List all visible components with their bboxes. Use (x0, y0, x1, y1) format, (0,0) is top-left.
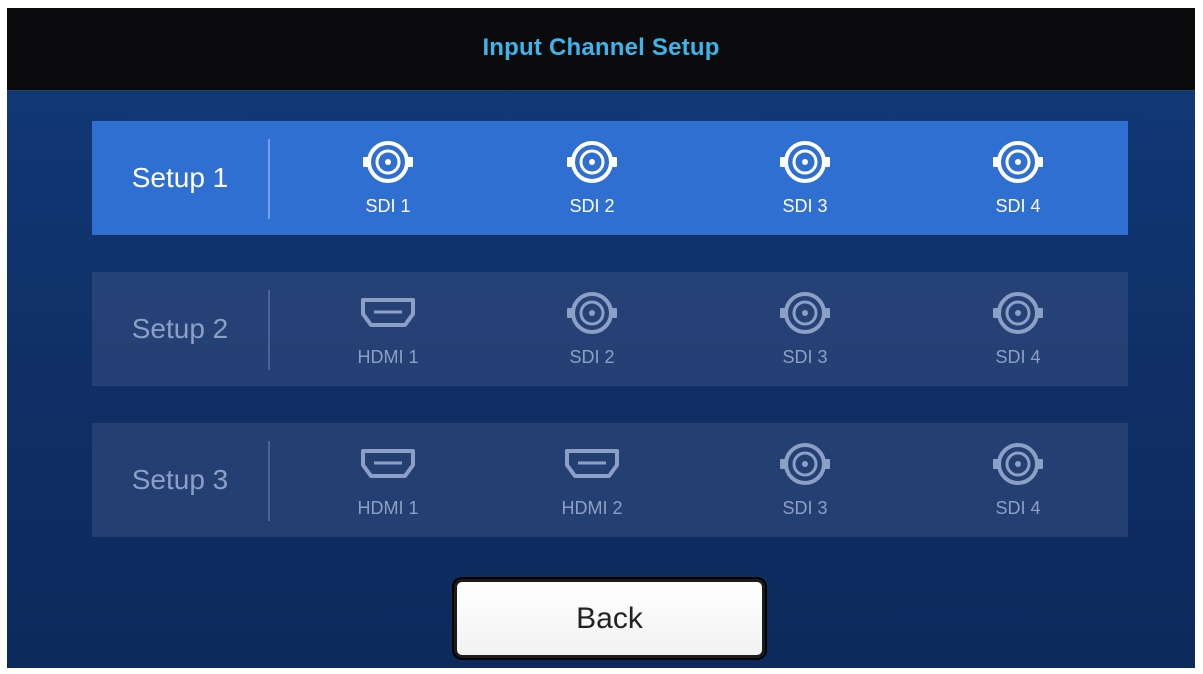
port-slot: SDI 4 (953, 286, 1083, 376)
bnc-connector-icon (780, 443, 830, 485)
port-slot: SDI 1 (323, 135, 453, 225)
port-label: SDI 1 (365, 196, 411, 216)
bnc-connector-icon (993, 443, 1043, 485)
bnc-connector-icon (567, 292, 617, 334)
setup-row-1[interactable]: Setup 1 SDI 1 SDI 2 SDI 3 SDI 4 (92, 121, 1128, 235)
port-label: SDI 3 (782, 196, 828, 216)
port-label: HDMI 2 (561, 498, 623, 518)
port-label: HDMI 1 (357, 498, 419, 518)
port-slot: SDI 3 (740, 437, 870, 527)
hdmi-port-icon (361, 298, 415, 327)
port-label: SDI 3 (782, 347, 828, 367)
port-label: SDI 2 (569, 347, 615, 367)
bnc-connector-icon (363, 141, 413, 183)
hdmi-port-icon (361, 449, 415, 478)
back-button[interactable]: Back (454, 579, 765, 658)
port-slot: SDI 2 (527, 135, 657, 225)
port-slot: SDI 4 (953, 135, 1083, 225)
row-divider (268, 290, 270, 370)
port-slot: HDMI 2 (527, 437, 657, 527)
port-label: SDI 4 (995, 196, 1041, 216)
port-slot: SDI 3 (740, 286, 870, 376)
bnc-connector-icon (567, 141, 617, 183)
port-slot: HDMI 1 (323, 286, 453, 376)
row-divider (268, 441, 270, 521)
port-label: SDI 2 (569, 196, 615, 216)
setup-label: Setup 1 (131, 162, 229, 193)
row-divider (268, 139, 270, 219)
setup-row-2[interactable]: Setup 2 HDMI 1 SDI 2 SDI 3 SDI 4 (92, 272, 1128, 386)
setup-label: Setup 3 (131, 464, 229, 495)
port-slot: SDI 2 (527, 286, 657, 376)
hdmi-port-icon (565, 449, 619, 478)
port-label: SDI 4 (995, 347, 1041, 367)
setup-row-3[interactable]: Setup 3 HDMI 1 HDMI 2 SDI 3 SDI 4 (92, 423, 1128, 537)
setup-label: Setup 2 (131, 313, 229, 344)
port-label: SDI 4 (995, 498, 1041, 518)
bnc-connector-icon (780, 141, 830, 183)
port-slot: HDMI 1 (323, 437, 453, 527)
bnc-connector-icon (993, 141, 1043, 183)
bnc-connector-icon (993, 292, 1043, 334)
port-slot: SDI 3 (740, 135, 870, 225)
input-channel-setup-screen: Input Channel Setup Setup 1 SDI 1 SDI 2 … (7, 8, 1195, 668)
port-label: HDMI 1 (357, 347, 419, 367)
port-slot: SDI 4 (953, 437, 1083, 527)
port-label: SDI 3 (782, 498, 828, 518)
title-bar: Input Channel Setup (7, 8, 1195, 91)
page-title: Input Channel Setup (482, 34, 720, 61)
bnc-connector-icon (780, 292, 830, 334)
